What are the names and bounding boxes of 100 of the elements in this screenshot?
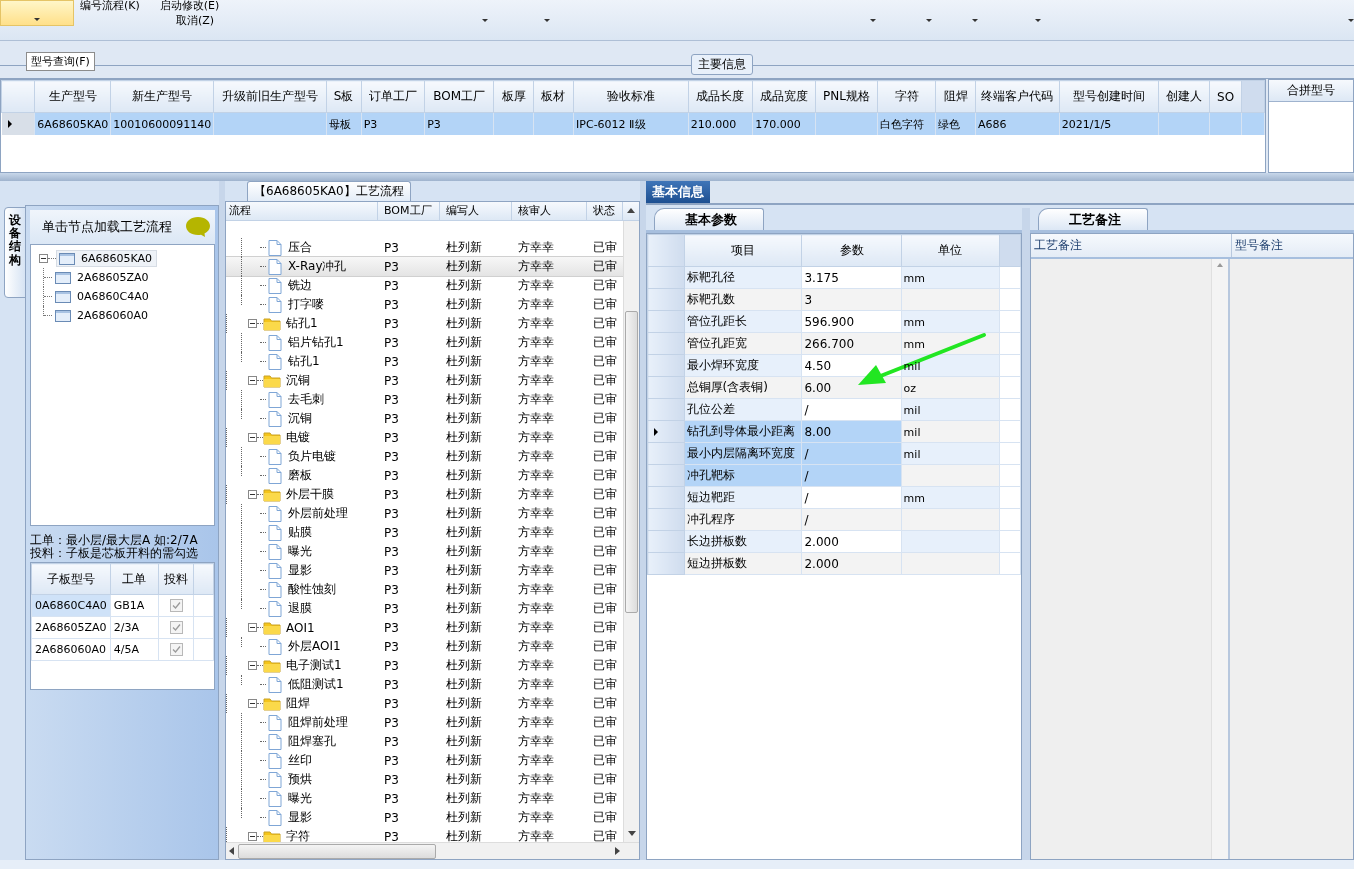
menu-item[interactable]: 启动修改(E) — [159, 0, 220, 11]
caret-icon[interactable] — [926, 19, 932, 22]
collapse-icon[interactable] — [248, 623, 257, 632]
collapse-icon[interactable] — [248, 319, 257, 328]
column-header[interactable]: 子板型号 — [31, 563, 111, 595]
collapse-icon[interactable] — [248, 490, 257, 499]
column-header[interactable]: 工艺备注 — [1031, 234, 1232, 257]
column-header[interactable]: 新生产型号 — [110, 80, 214, 113]
tree-node[interactable]: 负片电镀 — [288, 448, 336, 465]
column-header[interactable]: S板 — [326, 80, 362, 113]
scrollbar-thumb[interactable] — [625, 311, 638, 613]
tree-node[interactable]: 铝片钻孔1 — [288, 334, 344, 351]
tree-node[interactable]: 2A686060A0 — [52, 307, 154, 324]
column-header[interactable]: 合拼型号 — [1269, 80, 1353, 102]
caret-icon[interactable] — [482, 19, 488, 22]
panel-title-tab[interactable]: 【6A68605KA0】工艺流程 — [247, 181, 411, 201]
tree-node[interactable]: 阻焊 — [286, 695, 310, 712]
caret-icon[interactable] — [1035, 19, 1041, 22]
column-header[interactable]: 成品长度 — [688, 80, 753, 113]
tree-node[interactable]: 压合 — [288, 239, 312, 256]
tree-node[interactable]: 字符 — [286, 828, 310, 842]
tree-node[interactable]: 0A6860C4A0 — [52, 288, 154, 305]
tree-node[interactable]: 低阻测试1 — [288, 676, 344, 693]
tree-node[interactable]: 6A68605KA0 — [56, 250, 158, 267]
tree-node[interactable]: 外层前处理 — [288, 505, 348, 522]
column-header[interactable]: 板厚 — [493, 80, 534, 113]
tree-node[interactable]: 阻焊塞孔 — [288, 733, 336, 750]
tree-node[interactable]: 外层AOI1 — [288, 638, 341, 655]
column-header[interactable]: 编写人 — [440, 202, 512, 220]
collapse-icon[interactable] — [248, 661, 257, 670]
tree-node[interactable]: 阻焊前处理 — [288, 714, 348, 731]
tree-node[interactable]: X-Ray冲孔 — [288, 258, 347, 275]
tree-node[interactable]: 外层干膜 — [286, 486, 334, 503]
column-header[interactable]: 创建人 — [1158, 80, 1210, 113]
caret-icon[interactable] — [1348, 19, 1354, 22]
column-header[interactable]: 工单 — [110, 563, 159, 595]
tree-node[interactable]: 去毛刺 — [288, 391, 324, 408]
column-header[interactable]: BOM工厂 — [424, 80, 494, 113]
tree-node[interactable]: 预烘 — [288, 771, 312, 788]
collapse-icon[interactable] — [39, 254, 48, 263]
column-header[interactable]: BOM工厂 — [378, 202, 440, 220]
tab[interactable]: 基本参数 — [654, 208, 764, 230]
caret-icon[interactable] — [870, 19, 876, 22]
tree-node[interactable]: 钻孔1 — [288, 353, 320, 370]
column-header[interactable]: SO — [1209, 80, 1242, 113]
scrollbar-thumb[interactable] — [238, 843, 436, 859]
tree-node[interactable]: 退膜 — [288, 600, 312, 617]
tree-node[interactable]: 贴膜 — [288, 524, 312, 541]
collapse-icon[interactable] — [248, 832, 257, 841]
tree-node[interactable]: 显影 — [288, 809, 312, 826]
tree-node[interactable]: 曝光 — [288, 790, 312, 807]
horizontal-scrollbar[interactable] — [226, 842, 639, 859]
tree-node[interactable]: 沉铜 — [288, 410, 312, 427]
menu-item[interactable]: 取消(Z) — [175, 13, 214, 28]
tree-node[interactable]: AOI1 — [286, 620, 315, 635]
tab[interactable]: 基本信息 — [646, 181, 710, 203]
tree-node[interactable]: 2A68605ZA0 — [52, 269, 154, 286]
column-header[interactable]: 流程 — [226, 202, 378, 220]
tree-node[interactable]: 显影 — [288, 562, 312, 579]
vertical-scrollbar[interactable] — [1211, 259, 1228, 859]
tree-node[interactable]: 电镀 — [286, 429, 310, 446]
collapse-icon[interactable] — [248, 699, 257, 708]
column-header[interactable]: 单位 — [901, 234, 1000, 267]
tree-node[interactable]: 酸性蚀刻 — [288, 581, 336, 598]
side-tab[interactable]: 设备结构 — [4, 207, 27, 298]
column-header[interactable]: 状态 — [587, 202, 623, 220]
tab[interactable]: 工艺备注 — [1038, 208, 1148, 230]
tree-node[interactable]: 丝印 — [288, 752, 312, 769]
menu-item[interactable]: 编号流程(K) — [79, 0, 140, 11]
tree-node[interactable]: 磨板 — [288, 467, 312, 484]
column-header[interactable]: 生产型号 — [34, 80, 111, 113]
column-header[interactable]: 验收标准 — [573, 80, 689, 113]
column-header[interactable]: 字符 — [877, 80, 936, 113]
tree-node[interactable]: 曝光 — [288, 543, 312, 560]
collapse-icon[interactable] — [248, 376, 257, 385]
column-header[interactable]: 订单工厂 — [361, 80, 425, 113]
column-header[interactable]: 型号创建时间 — [1059, 80, 1159, 113]
column-header[interactable]: 成品宽度 — [752, 80, 816, 113]
column-header[interactable]: 阻焊 — [935, 80, 976, 113]
column-header[interactable]: 板材 — [533, 80, 574, 113]
checkbox[interactable] — [169, 643, 183, 656]
column-header[interactable]: 升级前旧生产型号 — [213, 80, 327, 113]
caret-icon[interactable] — [544, 19, 550, 22]
column-header[interactable]: 核审人 — [512, 202, 587, 220]
checkbox[interactable] — [169, 599, 183, 612]
checkbox[interactable] — [169, 621, 183, 634]
tree-node[interactable]: 沉铜 — [286, 372, 310, 389]
vertical-scrollbar[interactable] — [623, 221, 639, 842]
tree-node[interactable]: 打字嘜 — [288, 296, 324, 313]
tree-node[interactable]: 铣边 — [288, 277, 312, 294]
column-header[interactable]: 型号备注 — [1232, 234, 1283, 257]
column-header[interactable]: 投料 — [158, 563, 194, 595]
column-header[interactable]: 参数 — [801, 234, 902, 267]
tree-node[interactable]: 电子测试1 — [286, 657, 342, 674]
column-header[interactable]: 项目 — [684, 234, 802, 267]
caret-icon[interactable] — [972, 19, 978, 22]
collapse-icon[interactable] — [248, 433, 257, 442]
column-header[interactable]: PNL规格 — [815, 80, 878, 113]
query-tab[interactable]: 型号查询(F) — [26, 52, 95, 71]
column-header[interactable]: 终端客户代码 — [975, 80, 1060, 113]
